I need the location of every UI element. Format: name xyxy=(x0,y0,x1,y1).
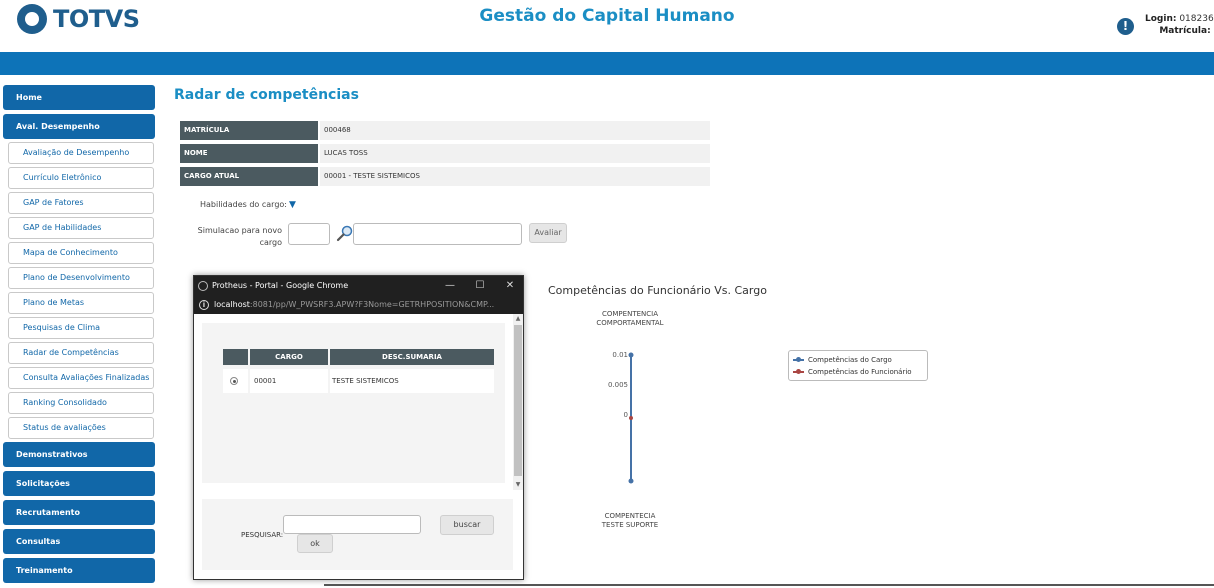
header: TOTVS Gestão do Capital Humano ! Login: … xyxy=(0,0,1214,52)
chart-tick-1: 0.005 xyxy=(608,381,628,389)
info-row-nome: NOME LUCAS TOSS xyxy=(180,144,710,163)
matricula-field-value: 000468 xyxy=(320,121,710,140)
sidebar-subitem-consulta-avaliacoes[interactable]: Consulta Avaliações Finalizadas xyxy=(8,367,154,389)
cargo-code-input[interactable] xyxy=(288,223,330,245)
legend-label-cargo: Competências do Cargo xyxy=(808,356,892,364)
page: TOTVS Gestão do Capital Humano ! Login: … xyxy=(0,0,1214,588)
legend-swatch-funcionario xyxy=(793,369,804,374)
sidebar-item-demonstrativos[interactable]: Demonstrativos xyxy=(3,442,155,467)
chart-point-cargo-bottom xyxy=(628,478,634,484)
sidebar-subitem-plano-desenvolvimento[interactable]: Plano de Desenvolvimento xyxy=(8,267,154,289)
legend-item-funcionario[interactable]: Competências do Funcionário xyxy=(793,366,923,378)
grid-header-select xyxy=(223,349,248,365)
chart-point-cargo-top xyxy=(628,352,634,358)
minimize-button[interactable]: — xyxy=(440,276,460,296)
popup-urlbar[interactable]: i localhost:8081/pp/W_PWSRF3.APW?F3Nome=… xyxy=(194,296,523,314)
chart-tick-2: 0 xyxy=(624,411,628,419)
pesquisar-input[interactable] xyxy=(283,515,421,534)
chrome-icon xyxy=(198,281,208,291)
cargo-field-value: 00001 - TESTE SISTEMICOS xyxy=(320,167,710,186)
popup-window-title: Protheus - Portal - Google Chrome xyxy=(212,281,349,290)
chart-category-top-line1: COMPENTENCIA xyxy=(602,310,658,318)
sidebar-subitem-ranking[interactable]: Ranking Consolidado xyxy=(8,392,154,414)
login-value: 01823632 xyxy=(1179,14,1214,24)
radar-chart: COMPENTENCIA COMPORTAMENTAL COMPENTECIA … xyxy=(596,310,663,529)
sidebar-item-recrutamento[interactable]: Recrutamento xyxy=(3,500,155,525)
chart-title: Competências do Funcionário Vs. Cargo xyxy=(548,284,767,297)
sidebar-subitem-status-avaliacoes[interactable]: Status de avaliações xyxy=(8,417,154,439)
row-radio-button[interactable] xyxy=(230,377,238,385)
chart-tick-0: 0.01 xyxy=(612,351,628,359)
chart-category-bottom-line2: TESTE SUPORTE xyxy=(601,521,658,529)
popup-titlebar[interactable]: Protheus - Portal - Google Chrome — ☐ ✕ xyxy=(194,276,523,296)
chart-category-top-line2: COMPORTAMENTAL xyxy=(596,319,663,327)
sidebar: Home Aval. Desempenho Avaliação de Desem… xyxy=(3,85,155,587)
scroll-thumb[interactable] xyxy=(514,325,522,476)
sidebar-item-solicitacoes[interactable]: Solicitações xyxy=(3,471,155,496)
search-icon[interactable] xyxy=(336,224,354,242)
alert-icon[interactable]: ! xyxy=(1117,18,1134,35)
pesquisar-label: PESQUISAR: xyxy=(241,531,284,539)
buscar-button[interactable]: buscar xyxy=(440,515,494,535)
maximize-button[interactable]: ☐ xyxy=(470,276,490,296)
sidebar-subitem-plano-metas[interactable]: Plano de Metas xyxy=(8,292,154,314)
sidebar-subitem-radar-competencias[interactable]: Radar de Competências xyxy=(8,342,154,364)
info-icon[interactable]: i xyxy=(199,300,209,310)
sidebar-item-home[interactable]: Home xyxy=(3,85,155,110)
chart-point-funcionario xyxy=(629,416,633,420)
login-label: Login: xyxy=(1145,14,1177,24)
sidebar-subitem-gap-fatores[interactable]: GAP de Fatores xyxy=(8,192,154,214)
avaliar-button[interactable]: Avaliar xyxy=(529,223,567,243)
sidebar-subitem-avaliacao-desempenho[interactable]: Avaliação de Desempenho xyxy=(8,142,154,164)
bottom-divider xyxy=(324,584,1214,586)
app-title: Gestão do Capital Humano xyxy=(479,6,735,26)
legend-item-cargo[interactable]: Competências do Cargo xyxy=(793,354,923,366)
habilidades-label: Habilidades do cargo: xyxy=(200,200,287,209)
simulacao-label: Simulacao para novo cargo xyxy=(197,226,282,247)
popup-scrollbar[interactable]: ▲ ▼ xyxy=(513,314,523,490)
grid-header-cargo: CARGO xyxy=(250,349,328,365)
nome-field-value: LUCAS TOSS xyxy=(320,144,710,163)
grid-cell-desc[interactable]: TESTE SISTEMICOS xyxy=(330,369,494,393)
sidebar-item-aval-desempenho[interactable]: Aval. Desempenho xyxy=(3,114,155,139)
info-row-cargo: CARGO ATUAL 00001 - TESTE SISTEMICOS xyxy=(180,167,710,186)
sidebar-subitem-pesquisas-clima[interactable]: Pesquisas de Clima xyxy=(8,317,154,339)
habilidades-dropdown-icon[interactable]: ▼ xyxy=(289,200,296,210)
grid-cell-cargo[interactable]: 00001 xyxy=(250,369,328,393)
matricula-field-label: MATRÍCULA xyxy=(180,121,318,140)
chart-category-bottom-line1: COMPENTECIA xyxy=(605,512,656,520)
sidebar-subitem-curriculo[interactable]: Currículo Eletrônico xyxy=(8,167,154,189)
sidebar-subitem-gap-habilidades[interactable]: GAP de Habilidades xyxy=(8,217,154,239)
matricula-label: Matrícula: xyxy=(1159,26,1211,36)
close-button[interactable]: ✕ xyxy=(500,276,520,296)
url-host: localhost xyxy=(214,300,250,309)
cargo-description-input[interactable] xyxy=(353,223,522,245)
top-blue-bar xyxy=(0,52,1214,75)
legend-label-funcionario: Competências do Funcionário xyxy=(808,368,912,376)
info-row-matricula: MATRÍCULA 000468 xyxy=(180,121,710,140)
page-title: Radar de competências xyxy=(174,87,359,103)
scroll-up-icon[interactable]: ▲ xyxy=(513,314,523,324)
cargo-field-label: CARGO ATUAL xyxy=(180,167,318,186)
chart-legend: Competências do Cargo Competências do Fu… xyxy=(788,350,928,381)
scroll-down-icon[interactable]: ▼ xyxy=(513,480,523,490)
legend-swatch-cargo xyxy=(793,357,804,362)
popup-results-panel xyxy=(202,323,505,483)
grid-header-desc: DESC.SUMARIA xyxy=(330,349,494,365)
login-info: Login: 01823632 Matrícula: 00 xyxy=(1145,13,1214,37)
popup-window: Protheus - Portal - Google Chrome — ☐ ✕ … xyxy=(193,275,524,580)
sidebar-subitem-mapa-conhecimento[interactable]: Mapa de Conhecimento xyxy=(8,242,154,264)
url-path: :8081/pp/W_PWSRF3.APW?F3Nome=GETRHPOSITI… xyxy=(249,300,495,309)
ok-button[interactable]: ok xyxy=(297,534,333,553)
sidebar-item-treinamento[interactable]: Treinamento xyxy=(3,558,155,583)
sidebar-item-consultas[interactable]: Consultas xyxy=(3,529,155,554)
nome-field-label: NOME xyxy=(180,144,318,163)
